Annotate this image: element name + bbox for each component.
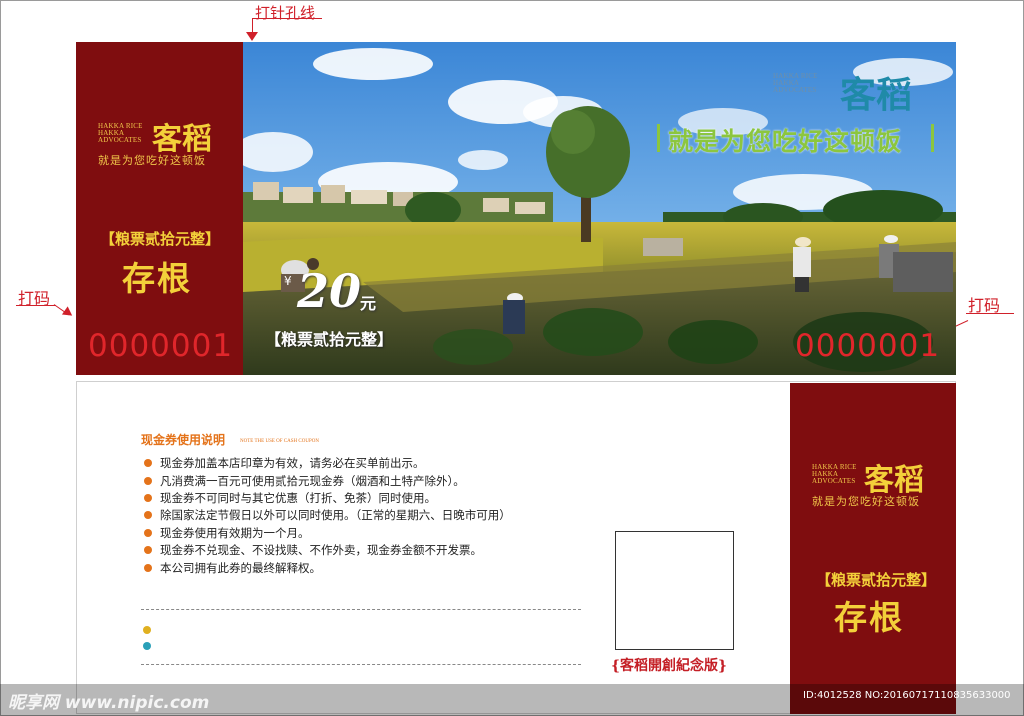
rule-item: 现金券加盖本店印章为有效，请务必在买单前出示。 — [144, 455, 425, 471]
watermark-id: ID:4012528 NO:20160717110835633000 — [803, 690, 1011, 701]
photo-headline-bar-right — [931, 124, 934, 152]
bottom-stub-brand-en: HAKKA RICE HAKKA ADVOCATES — [812, 463, 857, 485]
rule-item: 现金券不可同时与其它优惠（打折、免茶）同时使用。 — [144, 490, 436, 506]
perforation-arrow-icon — [246, 32, 258, 41]
photo-brand-cn: 客稻 — [840, 74, 913, 116]
number-annotation-right-line — [966, 313, 1014, 314]
top-stub-label: 【粮票贰拾元整】 — [100, 230, 221, 248]
price-value: 20 — [297, 264, 362, 318]
bullet-icon — [144, 477, 152, 485]
bottom-stub-title: 存根 — [834, 598, 904, 637]
number-annotation-left-line — [16, 305, 56, 306]
stamp-caption: {客稻開創紀念版} — [611, 658, 728, 674]
photo-headline-bar — [657, 124, 660, 152]
stamp-box — [615, 531, 734, 650]
bullet-icon — [144, 459, 152, 467]
bullet-icon — [144, 546, 152, 554]
top-stub-serial: 0000001 — [88, 328, 234, 364]
rule-item: 现金券使用有效期为一个月。 — [144, 525, 310, 541]
rule-item: 除国家法定节假日以外可以同时使用。（正常的星期六、日晚市可用） — [144, 507, 511, 523]
address-line — [141, 664, 581, 665]
signature-line — [141, 609, 581, 610]
bullet-icon — [144, 494, 152, 502]
photo-headline: 就是为您吃好这顿饭 — [668, 127, 903, 156]
bullet-icon — [144, 511, 152, 519]
rule-item: 凡消费满一百元可使用贰拾元现金券（烟酒和土特产除外）。 — [144, 473, 465, 489]
price-symbol: ¥ — [284, 274, 292, 288]
rule-item: 本公司拥有此券的最终解释权。 — [144, 560, 321, 576]
bottom-stub-panel: HAKKA RICE HAKKA ADVOCATES 客稻 就是为您吃好这顿饭 … — [790, 383, 956, 714]
bottom-stub-label: 【粮票贰拾元整】 — [816, 571, 937, 589]
top-stub-title: 存根 — [122, 259, 192, 298]
phone-icon — [143, 626, 151, 634]
watermark-logo: 昵享网 www.nipic.com — [8, 693, 210, 713]
perforation-annotation-line — [252, 18, 322, 19]
address-icon — [143, 642, 151, 650]
photo-brand-en: HAKKA RICE HAKKA ADVOCATES — [773, 72, 818, 94]
photo-serial: 0000001 — [795, 328, 941, 364]
top-stub-brand-en: HAKKA RICE HAKKA ADVOCATES — [98, 122, 143, 144]
top-stub-tagline: 就是为您吃好这顿饭 — [98, 154, 206, 167]
perforation-annotation: 打针孔线 — [255, 4, 316, 22]
rules-title: 现金券使用说明 — [141, 433, 226, 447]
bullet-icon — [144, 529, 152, 537]
top-stub-panel: HAKKA RICE HAKKA ADVOCATES 客稻 就是为您吃好这顿饭 … — [76, 42, 243, 375]
top-photo-panel: HAKKA RICE HAKKA ADVOCATES 客稻 就是为您吃好这顿饭 … — [243, 42, 956, 375]
photo-label: 【粮票贰拾元整】 — [265, 330, 394, 349]
bottom-stub-tagline: 就是为您吃好这顿饭 — [812, 495, 920, 508]
rule-item: 现金券不兑现金、不设找赎、不作外卖，现金券金额不开发票。 — [144, 542, 482, 558]
bullet-icon — [144, 564, 152, 572]
rules-subtitle: NOTE THE USE OF CASH COUPON — [240, 439, 319, 444]
price-unit: 元 — [360, 294, 377, 313]
